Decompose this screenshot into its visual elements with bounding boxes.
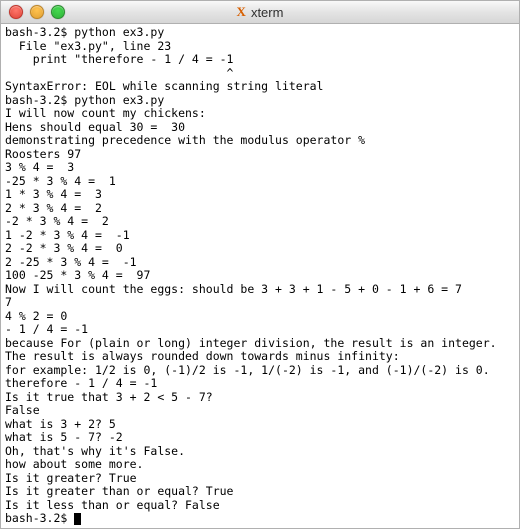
- terminal-line: how about some more.: [5, 457, 143, 471]
- terminal-line: 2 -25 * 3 % 4 = -1: [5, 255, 137, 269]
- terminal-line: what is 5 - 7? -2: [5, 430, 123, 444]
- terminal-line: Is it greater? True: [5, 471, 137, 485]
- terminal-line: 2 -2 * 3 % 4 = 0: [5, 241, 123, 255]
- terminal-line: 1 * 3 % 4 = 3: [5, 187, 102, 201]
- terminal-line: -25 * 3 % 4 = 1: [5, 174, 116, 188]
- terminal-line: 100 -25 * 3 % 4 = 97: [5, 268, 150, 282]
- terminal-line: print "therefore - 1 / 4 = -1: [5, 52, 233, 66]
- terminal-line: 3 % 4 = 3: [5, 160, 74, 174]
- terminal-line: Hens should equal 30 = 30: [5, 120, 185, 134]
- maximize-icon[interactable]: [51, 5, 65, 19]
- terminal-line: 7: [5, 295, 12, 309]
- terminal-line: The result is always rounded down toward…: [5, 349, 400, 363]
- terminal-line: 4 % 2 = 0: [5, 309, 67, 323]
- terminal-line: bash-3.2$: [5, 511, 74, 525]
- window-title: xterm: [251, 5, 284, 20]
- terminal-line: 1 -2 * 3 % 4 = -1: [5, 228, 130, 242]
- terminal-line: Now I will count the eggs: should be 3 +…: [5, 282, 462, 296]
- terminal-output[interactable]: bash-3.2$ python ex3.py File "ex3.py", l…: [1, 24, 519, 528]
- titlebar[interactable]: X xterm: [1, 1, 519, 24]
- close-icon[interactable]: [9, 5, 23, 19]
- terminal-line: for example: 1/2 is 0, (-1)/2 is -1, 1/(…: [5, 363, 490, 377]
- terminal-line: 2 * 3 % 4 = 2: [5, 201, 102, 215]
- minimize-icon[interactable]: [30, 5, 44, 19]
- xterm-window: X xterm bash-3.2$ python ex3.py File "ex…: [0, 0, 520, 529]
- terminal-line: - 1 / 4 = -1: [5, 322, 88, 336]
- terminal-line: Roosters 97: [5, 147, 81, 161]
- terminal-line: bash-3.2$ python ex3.py: [5, 93, 164, 107]
- terminal-line: -2 * 3 % 4 = 2: [5, 214, 109, 228]
- terminal-line: demonstrating precedence with the modulu…: [5, 133, 365, 147]
- terminal-line: False: [5, 403, 40, 417]
- terminal-line: SyntaxError: EOL while scanning string l…: [5, 79, 324, 93]
- terminal-line: File "ex3.py", line 23: [5, 39, 171, 53]
- x11-icon: X: [237, 4, 246, 20]
- traffic-lights: [1, 5, 65, 19]
- terminal-line: ^: [5, 66, 233, 80]
- terminal-line: Oh, that's why it's False.: [5, 444, 185, 458]
- terminal-line: Is it less than or equal? False: [5, 498, 220, 512]
- terminal-line: bash-3.2$ python ex3.py: [5, 25, 164, 39]
- terminal-line: therefore - 1 / 4 = -1: [5, 376, 157, 390]
- terminal-line: because For (plain or long) integer divi…: [5, 336, 497, 350]
- terminal-line: Is it greater than or equal? True: [5, 484, 233, 498]
- terminal-line: what is 3 + 2? 5: [5, 417, 116, 431]
- window-title-area: X xterm: [1, 1, 519, 23]
- terminal-line: Is it true that 3 + 2 < 5 - 7?: [5, 390, 213, 404]
- cursor-icon: [74, 513, 81, 525]
- terminal-line: I will now count my chickens:: [5, 106, 206, 120]
